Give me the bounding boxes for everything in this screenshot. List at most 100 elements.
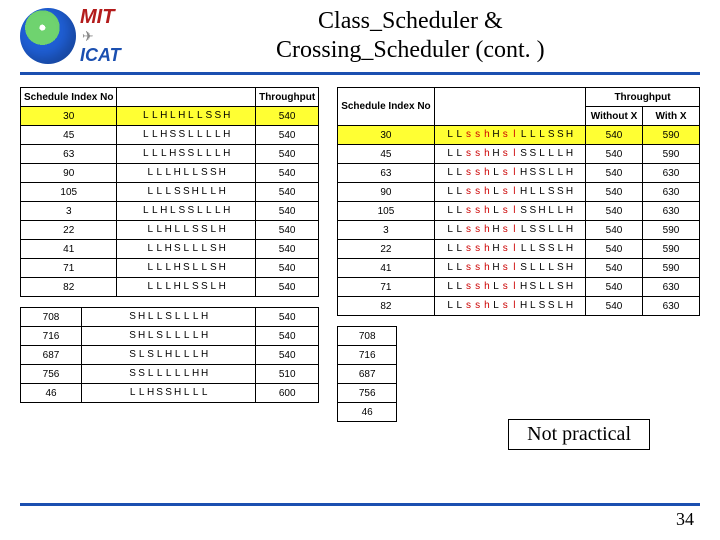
table-row: 756	[338, 384, 397, 403]
cell-index: 708	[338, 327, 397, 346]
cell-seq: LLsshLslHLSSLH	[434, 297, 585, 316]
cell-index: 46	[338, 403, 397, 422]
cell-index: 71	[338, 278, 434, 297]
table-row: 45 LLsshHslSSLLLH 540 590	[338, 145, 700, 164]
cell-seq: LLLHLLSSH	[117, 164, 256, 183]
cell-seq: LLsshLslHSLLSH	[434, 278, 585, 297]
table-row: 82 LLsshLslHLSSLH 540 630	[338, 297, 700, 316]
table-row: 3 LLHLSSLLLH 540	[21, 202, 319, 221]
logo-text: MIT ✈ ICAT	[80, 6, 121, 66]
cell-seq: LLHSSHLLL	[82, 384, 256, 403]
cell-with-x: 590	[643, 145, 700, 164]
th-with-x: With X	[643, 107, 700, 126]
table-row: 71 LLsshLslHSLLSH 540 630	[338, 278, 700, 297]
cell-with-x: 630	[643, 297, 700, 316]
th-seq	[117, 88, 256, 107]
title-line-2: Crossing_Scheduler (cont. )	[276, 37, 545, 63]
page-number: 34	[676, 509, 694, 530]
table-row: 708	[338, 327, 397, 346]
cell-with-x: 630	[643, 183, 700, 202]
table-row: 756 SSLLLLLHH 510	[21, 365, 319, 384]
cell-without-x: 540	[586, 202, 643, 221]
cell-seq: LLsshLslSSHLLH	[434, 202, 585, 221]
cell-index: 71	[21, 259, 117, 278]
table-row: 105 LLsshLslSSHLLH 540 630	[338, 202, 700, 221]
cell-without-x: 540	[586, 126, 643, 145]
cell-index: 22	[21, 221, 117, 240]
cell-throughput: 540	[256, 221, 319, 240]
cell-without-x: 540	[586, 297, 643, 316]
cell-with-x: 630	[643, 278, 700, 297]
content: Schedule Index No Throughput 30 LLHLHLLS…	[0, 77, 720, 422]
cell-index: 45	[21, 126, 117, 145]
globe-icon	[20, 8, 76, 64]
cell-with-x: 630	[643, 202, 700, 221]
cell-index: 716	[338, 346, 397, 365]
cell-index: 3	[21, 202, 117, 221]
header: MIT ✈ ICAT Class_Scheduler & Crossing_Sc…	[0, 0, 720, 70]
cell-seq: LLHLLSSLH	[117, 221, 256, 240]
cell-index: 687	[21, 346, 82, 365]
plane-row: ✈	[80, 29, 121, 45]
footer-rule	[20, 503, 700, 506]
cell-index: 3	[338, 221, 434, 240]
cell-throughput: 540	[256, 278, 319, 297]
cell-index: 716	[21, 327, 82, 346]
th-index: Schedule Index No	[338, 88, 434, 126]
left-table-2: 708 SHLLSLLLH 540716 SHLSLLLLH 540687 SL…	[20, 307, 319, 403]
table-row: 90 LLsshLslHLLSSH 540 630	[338, 183, 700, 202]
cell-seq: LLHSLLLSH	[117, 240, 256, 259]
table-row: 90 LLLHLLSSH 540	[21, 164, 319, 183]
page-title: Class_Scheduler & Crossing_Scheduler (co…	[121, 7, 700, 65]
cell-with-x: 590	[643, 259, 700, 278]
right-column: Schedule Index No Throughput Without X W…	[337, 87, 700, 422]
table-header: Schedule Index No Throughput	[21, 88, 319, 107]
cell-seq: LLsshHslSLLLSH	[434, 259, 585, 278]
table-row: 82 LLLHLSSLH 540	[21, 278, 319, 297]
cell-throughput: 540	[256, 308, 319, 327]
cell-seq: LLsshHslLSSLLH	[434, 221, 585, 240]
cell-throughput: 600	[256, 384, 319, 403]
right-table-2: 70871668775646	[337, 326, 397, 422]
table-row: 3 LLsshHslLSSLLH 540 590	[338, 221, 700, 240]
cell-index: 756	[338, 384, 397, 403]
th-throughput: Throughput	[586, 88, 700, 107]
cell-seq: LLsshLslHSSLLH	[434, 164, 585, 183]
plane-icon: ✈	[82, 30, 94, 45]
cell-index: 90	[338, 183, 434, 202]
cell-throughput: 540	[256, 126, 319, 145]
cell-seq: LLsshHslLLLSSH	[434, 126, 585, 145]
cell-index: 63	[21, 145, 117, 164]
cell-seq: LLsshHslLLSSLH	[434, 240, 585, 259]
left-column: Schedule Index No Throughput 30 LLHLHLLS…	[20, 87, 319, 422]
table-row: 716	[338, 346, 397, 365]
cell-with-x: 590	[643, 221, 700, 240]
cell-with-x: 590	[643, 126, 700, 145]
cell-with-x: 590	[643, 240, 700, 259]
table-row: 30 LLsshHslLLLSSH 540 590	[338, 126, 700, 145]
cell-index: 46	[21, 384, 82, 403]
cell-throughput: 540	[256, 164, 319, 183]
cell-seq: LLLHSLLSH	[117, 259, 256, 278]
cell-index: 45	[338, 145, 434, 164]
cell-index: 82	[21, 278, 117, 297]
table-row: 63 LLsshLslHSSLLH 540 630	[338, 164, 700, 183]
table-row: 63 LLLHSSLLLH 540	[21, 145, 319, 164]
cell-seq: SHLLSLLLH	[82, 308, 256, 327]
table-row: 45 LLHSSLLLLH 540	[21, 126, 319, 145]
cell-without-x: 540	[586, 164, 643, 183]
table-row: 708 SHLLSLLLH 540	[21, 308, 319, 327]
logo-mit: MIT	[80, 6, 121, 29]
left-table-1: Schedule Index No Throughput 30 LLHLHLLS…	[20, 87, 319, 297]
th-index: Schedule Index No	[21, 88, 117, 107]
cell-throughput: 540	[256, 107, 319, 126]
cell-seq: SSLLLLLHH	[82, 365, 256, 384]
cell-index: 63	[338, 164, 434, 183]
cell-index: 687	[338, 365, 397, 384]
table-row: 22 LLsshHslLLSSLH 540 590	[338, 240, 700, 259]
table-row: 716 SHLSLLLLH 540	[21, 327, 319, 346]
cell-seq: LLsshLslHLLSSH	[434, 183, 585, 202]
right-table-1: Schedule Index No Throughput Without X W…	[337, 87, 700, 316]
header-rule	[20, 72, 700, 75]
cell-seq: SHLSLLLLH	[82, 327, 256, 346]
